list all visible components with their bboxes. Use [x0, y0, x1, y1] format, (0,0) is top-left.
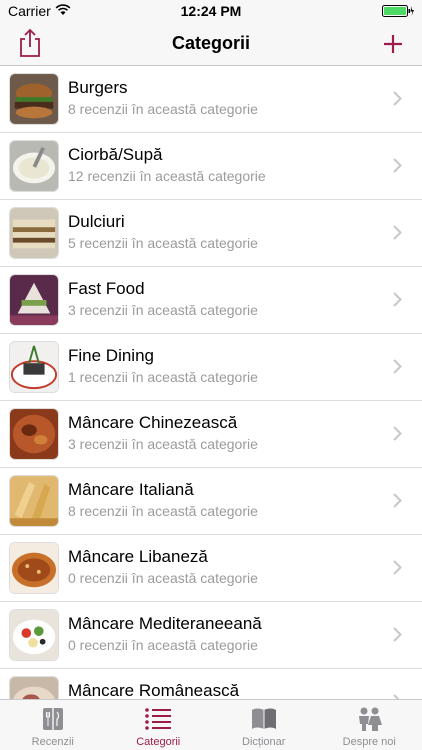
chevron-right-icon: [393, 91, 402, 106]
category-review-count: 5 recenzii în această categorie: [68, 235, 258, 251]
chevron-right-icon: [393, 225, 402, 240]
category-title: Mâncare Italiană: [68, 480, 194, 499]
soup-thumbnail: [9, 140, 59, 192]
people-icon: [359, 707, 383, 731]
chevron-right-icon: [393, 359, 402, 374]
list-icon: [145, 708, 172, 730]
category-review-count: 3 recenzii în această categorie: [68, 436, 258, 452]
category-list: Burgers 8 recenzii în această categorie …: [0, 66, 422, 699]
tab-label: Despre noi: [342, 736, 396, 748]
chevron-right-icon: [393, 493, 402, 508]
category-row-fine-dining[interactable]: Fine Dining 1 recenzii în această catego…: [0, 334, 422, 401]
category-title: Mâncare Chinezească: [68, 413, 238, 432]
tab-categorii[interactable]: Categorii: [106, 700, 212, 750]
category-row-mancare-chinezeasca[interactable]: Mâncare Chinezească 3 recenzii în aceast…: [0, 401, 422, 468]
status-bar: Carrier 12:24 PM: [0, 0, 422, 22]
battery-icon: [382, 5, 414, 17]
category-row-mancare-italiana[interactable]: Mâncare Italiană 8 recenzii în această c…: [0, 468, 422, 535]
category-review-count: 3 recenzii în această categorie: [68, 302, 258, 318]
category-review-count: 0 recenzii în această categorie: [68, 570, 258, 586]
category-title: Burgers: [68, 78, 128, 97]
tab-dictionar[interactable]: Dicționar: [211, 700, 317, 750]
category-row-mancare-mediteraneeana[interactable]: Mâncare Mediteraneeană 0 recenzii în ace…: [0, 602, 422, 669]
category-title: Mâncare Românească: [68, 681, 240, 699]
category-review-count: 0 recenzii în această categorie: [68, 637, 258, 653]
category-row-ciorba-supa[interactable]: Ciorbă/Supă 12 recenzii în această categ…: [0, 133, 422, 200]
dessert-thumbnail: [9, 207, 59, 259]
burger-thumbnail: [9, 73, 59, 125]
status-time: 12:24 PM: [180, 3, 242, 19]
chevron-right-icon: [393, 426, 402, 441]
category-review-count: 8 recenzii în această categorie: [68, 503, 258, 519]
page-title: Categorii: [171, 33, 250, 53]
tab-label: Recenzii: [31, 736, 74, 748]
open-book-icon: [251, 708, 276, 729]
chevron-right-icon: [393, 627, 402, 642]
menu-book-icon: [42, 708, 63, 730]
category-title: Mâncare Libaneză: [68, 547, 208, 566]
category-title: Fast Food: [68, 279, 145, 298]
category-title: Dulciuri: [68, 212, 125, 231]
tab-label: Dicționar: [242, 736, 286, 748]
category-row-dulciuri[interactable]: Dulciuri 5 recenzii în această categorie: [0, 200, 422, 267]
mediterranean-food-thumbnail: [9, 609, 59, 661]
fine-dining-thumbnail: [9, 341, 59, 393]
category-review-count: 12 recenzii în această categorie: [68, 168, 266, 184]
category-row-mancare-libaneza[interactable]: Mâncare Libaneză 0 recenzii în această c…: [0, 535, 422, 602]
category-title: Fine Dining: [68, 346, 154, 365]
fast-food-thumbnail: [9, 274, 59, 326]
tab-recenzii[interactable]: Recenzii: [0, 700, 106, 750]
chinese-food-thumbnail: [9, 408, 59, 460]
plus-icon[interactable]: [378, 29, 408, 59]
category-row-mancare-romaneasca[interactable]: Mâncare Românească: [0, 669, 422, 699]
category-title: Mâncare Mediteraneeană: [68, 614, 262, 633]
category-review-count: 8 recenzii în această categorie: [68, 101, 258, 117]
category-row-burgers[interactable]: Burgers 8 recenzii în această categorie: [0, 66, 422, 133]
chevron-right-icon: [393, 292, 402, 307]
romanian-food-thumbnail: [9, 676, 59, 699]
chevron-right-icon: [393, 158, 402, 173]
chevron-right-icon: [393, 560, 402, 575]
category-title: Ciorbă/Supă: [68, 145, 163, 164]
italian-food-thumbnail: [9, 475, 59, 527]
category-row-fast-food[interactable]: Fast Food 3 recenzii în această categori…: [0, 267, 422, 334]
category-review-count: 1 recenzii în această categorie: [68, 369, 258, 385]
tab-bar: Recenzii Categorii Dicționar Despre noi: [0, 699, 422, 750]
tab-label: Categorii: [136, 736, 181, 748]
tab-despre-noi[interactable]: Despre noi: [317, 700, 422, 750]
navigation-bar: Categorii: [0, 22, 422, 66]
lebanese-food-thumbnail: [9, 542, 59, 594]
app-screen: Carrier 12:24 PM Categorii Burgers 8 rec…: [0, 0, 422, 750]
